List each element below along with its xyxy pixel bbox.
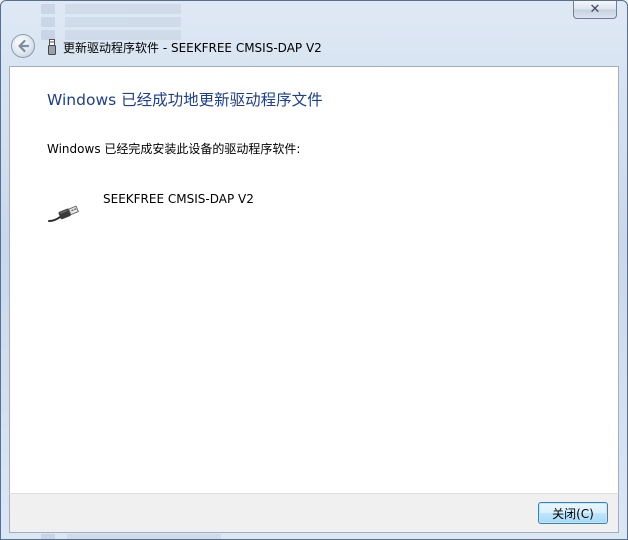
usb-device-icon [47,39,57,55]
usb-plug-icon [48,205,79,222]
window-title-bar: 更新驱动程序软件 - SEEKFREE CMSIS-DAP V2 [47,38,322,56]
window-title: 更新驱动程序软件 - SEEKFREE CMSIS-DAP V2 [63,40,322,55]
close-icon: ✕ [589,2,601,17]
status-message: Windows 已经完成安装此设备的驱动程序软件: [47,142,301,156]
page-title: Windows 已经成功地更新驱动程序文件 [47,91,323,109]
background-window-ghost [41,1,371,41]
back-arrow-icon [18,39,30,53]
background-window-ghost-bottom [41,534,241,539]
content-panel: Windows 已经成功地更新驱动程序文件 Windows 已经完成安装此设备的… [9,66,619,493]
back-button[interactable] [11,34,35,58]
device-name: SEEKFREE CMSIS-DAP V2 [103,192,254,206]
close-button[interactable]: 关闭(C) [538,502,608,524]
window-close-button[interactable]: ✕ [573,1,617,19]
update-driver-window: ✕ 更新驱动程序软件 - SEEKFREE CMSIS-DAP V2 Windo… [0,0,628,540]
dialog-footer: 关闭(C) [9,493,619,533]
